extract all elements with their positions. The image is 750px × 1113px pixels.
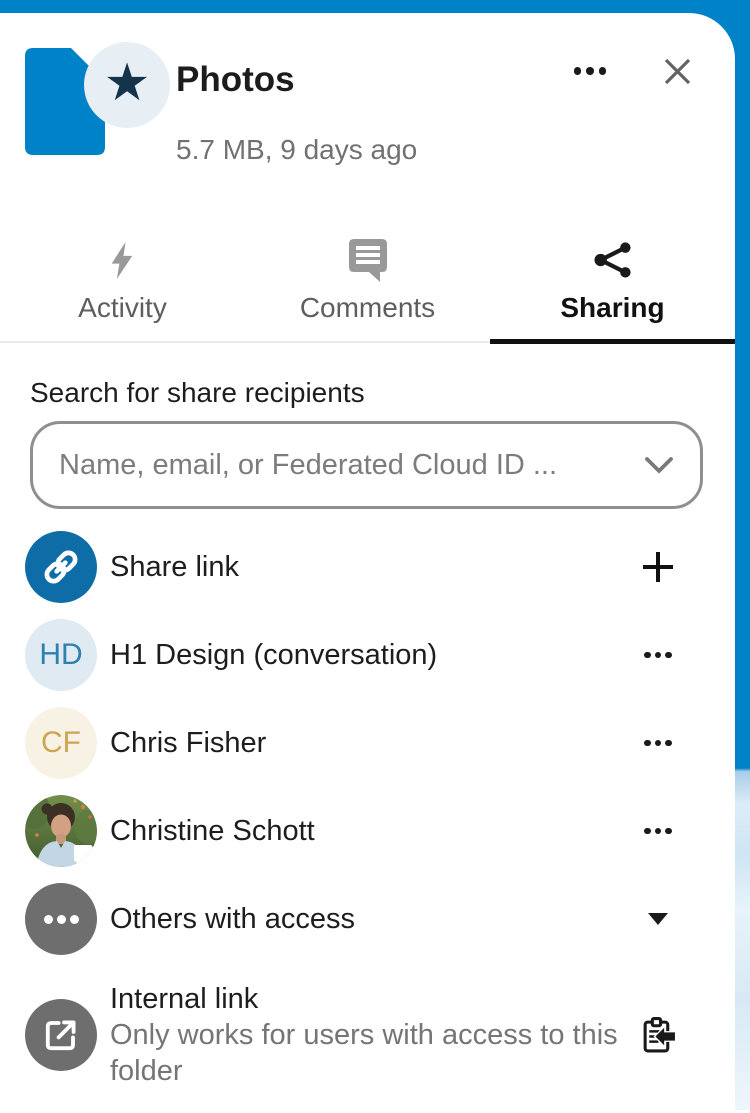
share-name: Chris Fisher	[110, 699, 266, 787]
tab-label: Activity	[78, 292, 167, 324]
tab-label: Sharing	[560, 292, 664, 324]
clipboard-copy-icon	[641, 1017, 676, 1054]
lightning-icon	[111, 238, 135, 282]
star-icon: ★	[104, 57, 151, 109]
share-name: Share link	[110, 523, 239, 611]
favorite-badge: ★	[84, 42, 170, 128]
more-options-icon	[644, 652, 672, 659]
expand-others-button[interactable]	[628, 875, 688, 963]
tab-sharing[interactable]: Sharing	[490, 225, 735, 341]
tab-comments[interactable]: Comments	[245, 225, 490, 341]
sidebar-tabs: Activity Comments	[0, 225, 735, 343]
file-meta: 5.7 MB, 9 days ago	[176, 134, 417, 166]
more-menu-icon	[574, 67, 582, 75]
dots-icon	[44, 915, 79, 924]
share-row-christine-schott[interactable]: Christine Schott	[0, 787, 735, 875]
share-options-button[interactable]	[628, 611, 688, 699]
tab-label: Comments	[300, 292, 435, 324]
share-name: H1 Design (conversation)	[110, 611, 437, 699]
plus-icon	[641, 550, 675, 584]
link-icon	[41, 547, 81, 587]
more-options-icon	[644, 828, 672, 835]
avatar-initials: CF	[25, 707, 97, 779]
share-row-h1-design[interactable]: HD H1 Design (conversation)	[0, 611, 735, 699]
share-row-others-with-access[interactable]: Others with access	[0, 875, 735, 963]
internal-link-hint: Only works for users with access to this…	[110, 1017, 655, 1089]
search-box	[30, 421, 703, 509]
page-title: Photos	[176, 60, 295, 100]
share-search-input[interactable]	[30, 421, 703, 509]
tab-activity[interactable]: Activity	[0, 225, 245, 341]
avatar-photo	[25, 795, 97, 867]
share-row-internal-link[interactable]: Internal link Only works for users with …	[0, 963, 735, 1113]
link-avatar	[25, 531, 97, 603]
others-avatar	[25, 883, 97, 955]
share-row-share-link[interactable]: Share link	[0, 523, 735, 611]
close-icon	[664, 58, 691, 85]
internal-link-text: Internal link Only works for users with …	[110, 981, 655, 1089]
external-link-icon	[43, 1017, 79, 1053]
share-options-button[interactable]	[628, 699, 688, 787]
triangle-down-icon	[648, 913, 668, 925]
active-tab-indicator	[490, 339, 735, 344]
share-icon	[594, 238, 632, 282]
share-name: Christine Schott	[110, 787, 315, 875]
more-menu-button[interactable]	[562, 52, 618, 90]
internal-link-avatar	[25, 999, 97, 1071]
share-name: Internal link	[110, 981, 655, 1017]
away-status-icon	[74, 845, 97, 867]
share-name: Others with access	[110, 875, 355, 963]
add-link-share-button[interactable]	[628, 523, 688, 611]
more-options-icon	[644, 740, 672, 747]
copy-internal-link-button[interactable]	[628, 963, 688, 1107]
share-options-button[interactable]	[628, 787, 688, 875]
search-recipients-label: Search for share recipients	[30, 377, 365, 409]
close-button[interactable]	[656, 52, 698, 90]
avatar-initials: HD	[25, 619, 97, 691]
share-row-chris-fisher[interactable]: CF Chris Fisher	[0, 699, 735, 787]
comment-icon	[349, 238, 387, 282]
